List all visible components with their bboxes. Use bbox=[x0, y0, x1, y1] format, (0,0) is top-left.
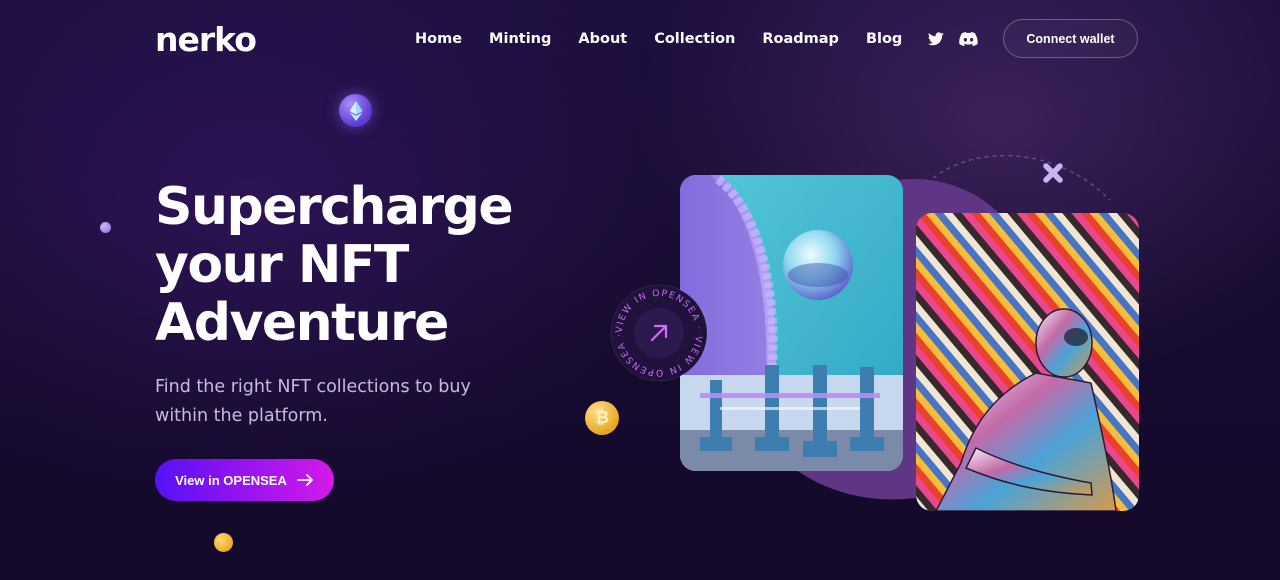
nav-minting[interactable]: Minting bbox=[489, 30, 551, 48]
headline-line: your NFT bbox=[155, 235, 409, 295]
bitcoin-coin-icon: ₿ bbox=[585, 401, 619, 435]
ethereum-coin-icon bbox=[339, 94, 372, 127]
nav-blog[interactable]: Blog bbox=[866, 30, 902, 48]
nav-collection[interactable]: Collection bbox=[654, 30, 735, 48]
x-sparkle-icon bbox=[1043, 163, 1063, 183]
main-nav: Home Minting About Collection Roadmap Bl… bbox=[415, 30, 929, 48]
nft-artwork-card[interactable] bbox=[916, 213, 1139, 511]
cta-label: View in OPENSEA bbox=[175, 472, 287, 488]
discord-icon[interactable] bbox=[958, 30, 978, 48]
nft-artwork-card[interactable] bbox=[680, 175, 903, 471]
nav-about[interactable]: About bbox=[578, 30, 627, 48]
decorative-dot bbox=[214, 533, 233, 552]
view-in-opensea-badge[interactable]: VIEW IN OPENSEA · VIEW IN OPENSEA · bbox=[610, 284, 708, 382]
twitter-icon[interactable] bbox=[926, 30, 946, 48]
connect-wallet-button[interactable]: Connect wallet bbox=[1003, 19, 1138, 58]
decorative-dot bbox=[100, 222, 111, 233]
arrow-right-icon bbox=[296, 474, 314, 486]
nav-roadmap[interactable]: Roadmap bbox=[762, 30, 839, 48]
nav-home[interactable]: Home bbox=[415, 30, 462, 48]
nerko-logo[interactable]: nerko bbox=[155, 22, 257, 58]
headline-line: Supercharge bbox=[155, 177, 514, 237]
hero-headline: Supercharge your NFT Adventure bbox=[155, 178, 625, 352]
hero-subtitle: Find the right NFT collections to buy wi… bbox=[155, 377, 471, 426]
headline-line: Adventure bbox=[155, 293, 449, 353]
view-in-opensea-button[interactable]: View in OPENSEA bbox=[155, 459, 334, 501]
